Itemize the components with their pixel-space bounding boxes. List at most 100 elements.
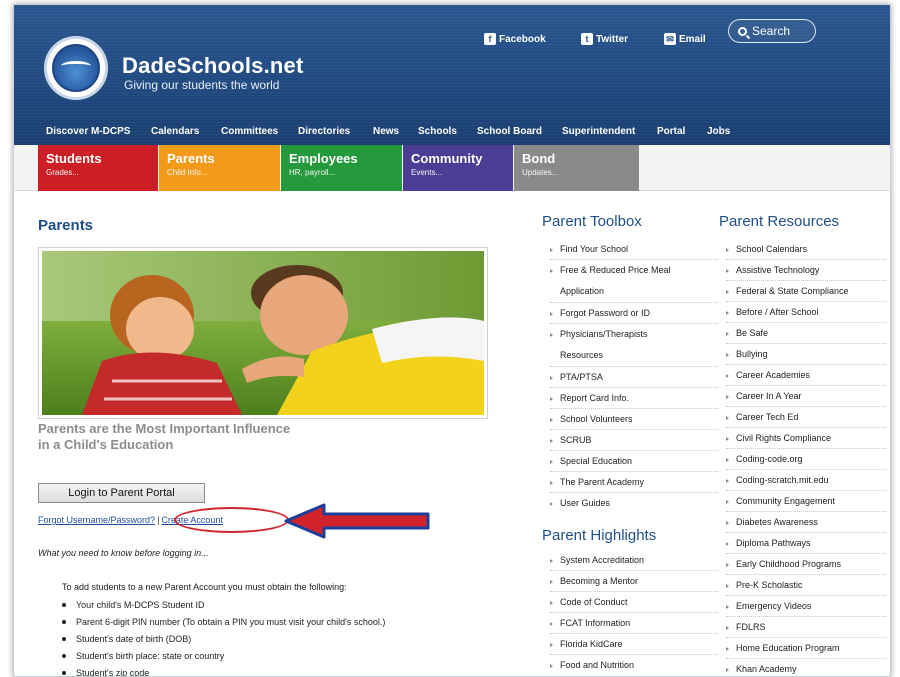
- resource-item[interactable]: Early Childhood Programs: [726, 554, 886, 575]
- search-button[interactable]: Search: [728, 19, 816, 43]
- search-icon: [738, 26, 747, 36]
- nav-school-board[interactable]: School Board: [477, 126, 542, 137]
- toolbox-find-school[interactable]: Find Your School: [550, 239, 718, 260]
- highlight-code-of-conduct[interactable]: Code of Conduct: [550, 592, 718, 613]
- toolbox-scrub[interactable]: SCRUB: [550, 430, 718, 451]
- resource-item[interactable]: Pre-K Scholastic: [726, 575, 886, 596]
- twitter-link[interactable]: t Twitter: [581, 30, 628, 48]
- link-separator: |: [157, 515, 160, 525]
- toolbox-meal-application[interactable]: Free & Reduced Price Meal Application: [550, 260, 718, 303]
- twitter-icon: t: [581, 33, 593, 45]
- highlight-kidcare[interactable]: Florida KidCare: [550, 634, 718, 655]
- resource-item[interactable]: Career Tech Ed: [726, 407, 886, 428]
- resource-item[interactable]: Federal & State Compliance: [726, 281, 886, 302]
- nav-portal[interactable]: Portal: [657, 126, 685, 137]
- nav-jobs[interactable]: Jobs: [707, 126, 730, 137]
- resource-item[interactable]: Before / After School: [726, 302, 886, 323]
- facebook-label: Facebook: [499, 33, 546, 45]
- list-item: Your child's M-DCPS Student ID: [62, 600, 385, 617]
- highlight-food-nutrition[interactable]: Food and Nutrition: [550, 655, 718, 676]
- before-login-note: What you need to know before logging in.…: [38, 548, 209, 558]
- resource-item[interactable]: Bullying: [726, 344, 886, 365]
- tab-parents-title: Parents: [167, 151, 215, 166]
- nav-schools[interactable]: Schools: [418, 126, 457, 137]
- resource-item[interactable]: Khan Academy: [726, 659, 886, 676]
- tab-bond-title: Bond: [522, 151, 556, 166]
- annotation-highlight-ellipse: [174, 507, 289, 533]
- email-label: Email: [679, 33, 706, 45]
- toolbox-volunteers[interactable]: School Volunteers: [550, 409, 718, 430]
- parent-resources-title: Parent Resources: [719, 213, 840, 230]
- resource-item[interactable]: Coding-code.org: [726, 449, 886, 470]
- nav-directories[interactable]: Directories: [298, 126, 350, 137]
- parent-toolbox-list: Find Your School Free & Reduced Price Me…: [550, 239, 718, 514]
- tab-community[interactable]: Community Events...: [403, 145, 513, 191]
- toolbox-forgot-password[interactable]: Forgot Password or ID: [550, 303, 718, 324]
- tab-students-sub: Grades...: [46, 168, 79, 177]
- forgot-credentials-link[interactable]: Forgot Username/Password?: [38, 515, 155, 525]
- resource-item[interactable]: Diploma Pathways: [726, 533, 886, 554]
- resource-item[interactable]: Diabetes Awareness: [726, 512, 886, 533]
- parent-highlights-title: Parent Highlights: [542, 527, 657, 544]
- tab-students-title: Students: [46, 151, 102, 166]
- nav-committees[interactable]: Committees: [221, 126, 278, 137]
- nav-calendars[interactable]: Calendars: [151, 126, 199, 137]
- resource-item[interactable]: Emergency Videos: [726, 596, 886, 617]
- nav-news[interactable]: News: [373, 126, 399, 137]
- list-item: Student's date of birth (DOB): [62, 634, 385, 651]
- district-seal-logo[interactable]: [44, 36, 108, 100]
- toolbox-item-line: Resources: [560, 350, 604, 360]
- tab-employees-title: Employees: [289, 151, 358, 166]
- facebook-link[interactable]: f Facebook: [484, 30, 546, 48]
- tab-employees[interactable]: Employees HR, payroll...: [281, 145, 402, 191]
- site-header: DadeSchools.net Giving our students the …: [14, 5, 890, 145]
- resource-item[interactable]: Civil Rights Compliance: [726, 428, 886, 449]
- nav-discover[interactable]: Discover M-DCPS: [46, 126, 130, 137]
- hero-caption: Parents are the Most Important Influence…: [38, 421, 291, 452]
- toolbox-report-card[interactable]: Report Card Info.: [550, 388, 718, 409]
- highlight-mentor[interactable]: Becoming a Mentor: [550, 571, 718, 592]
- toolbox-parent-academy[interactable]: The Parent Academy: [550, 472, 718, 493]
- nav-superintendent[interactable]: Superintendent: [562, 126, 635, 137]
- toolbox-item-line: Application: [560, 286, 605, 296]
- tab-students[interactable]: Students Grades...: [38, 145, 158, 191]
- tab-bond[interactable]: Bond Updates...: [514, 145, 639, 191]
- parent-highlights-list: System Accreditation Becoming a Mentor C…: [550, 550, 718, 676]
- highlight-accreditation[interactable]: System Accreditation: [550, 550, 718, 571]
- resource-item[interactable]: Assistive Technology: [726, 260, 886, 281]
- resource-item[interactable]: FDLRS: [726, 617, 886, 638]
- parent-resources-list: School Calendars Assistive Technology Fe…: [726, 239, 886, 676]
- resource-item[interactable]: School Calendars: [726, 239, 886, 260]
- audience-tabs: Students Grades... Parents Child Info...…: [14, 145, 890, 191]
- toolbox-physicians-resources[interactable]: Physicians/Therapists Resources: [550, 324, 718, 367]
- site-tagline: Giving our students the world: [124, 78, 280, 92]
- page-title: Parents: [38, 217, 94, 234]
- tab-parents[interactable]: Parents Child Info...: [159, 145, 280, 191]
- tab-employees-sub: HR, payroll...: [289, 168, 336, 177]
- list-item: Student's zip code: [62, 668, 385, 676]
- highlight-fcat[interactable]: FCAT Information: [550, 613, 718, 634]
- parent-toolbox-title: Parent Toolbox: [542, 213, 642, 230]
- tab-community-sub: Events...: [411, 168, 443, 177]
- list-item: Parent 6-digit PIN number (To obtain a P…: [62, 617, 385, 634]
- toolbox-special-education[interactable]: Special Education: [550, 451, 718, 472]
- parent-child-photo: [42, 251, 484, 415]
- resource-item[interactable]: Home Education Program: [726, 638, 886, 659]
- resource-item[interactable]: Be Safe: [726, 323, 886, 344]
- toolbox-item-line: Free & Reduced Price Meal: [560, 265, 671, 275]
- email-link[interactable]: ✉ Email: [664, 30, 706, 48]
- email-icon: ✉: [664, 33, 676, 45]
- seal-wave-icon: [61, 61, 91, 71]
- toolbox-item-line: Physicians/Therapists: [560, 329, 648, 339]
- resource-item[interactable]: Community Engagement: [726, 491, 886, 512]
- toolbox-user-guides[interactable]: User Guides: [550, 493, 718, 514]
- resource-item[interactable]: Career In A Year: [726, 386, 886, 407]
- resource-item[interactable]: Career Academies: [726, 365, 886, 386]
- requirements-list: Your child's M-DCPS Student ID Parent 6-…: [62, 600, 385, 676]
- toolbox-pta[interactable]: PTA/PTSA: [550, 367, 718, 388]
- site-title[interactable]: DadeSchools.net: [122, 53, 303, 79]
- annotation-arrow-icon: [282, 501, 432, 541]
- resource-item[interactable]: Coding-scratch.mit.edu: [726, 470, 886, 491]
- login-parent-portal-button[interactable]: Login to Parent Portal: [38, 483, 205, 503]
- twitter-label: Twitter: [596, 33, 629, 45]
